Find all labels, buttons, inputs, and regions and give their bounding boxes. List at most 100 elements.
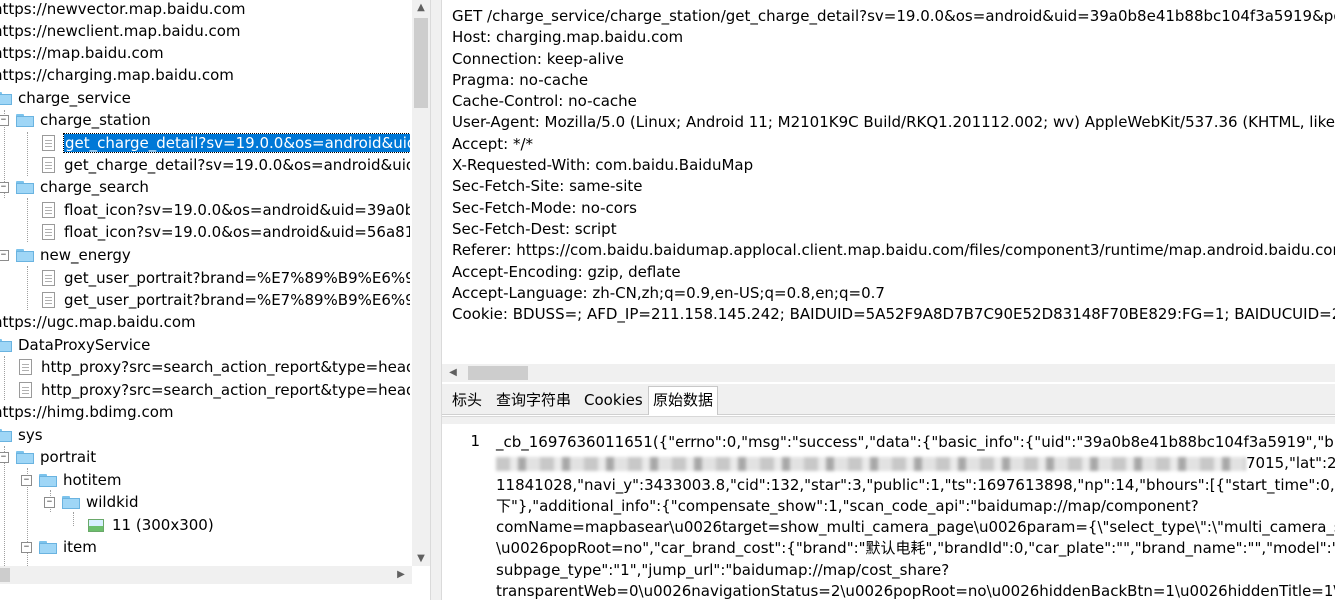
document-icon: [42, 224, 55, 240]
response-line: \u0026popRoot=no","car_brand_cost":{"bra…: [496, 539, 1335, 558]
scrollbar-thumb[interactable]: [0, 568, 10, 582]
header-line: User-Agent: Mozilla/5.0 (Linux; Android …: [452, 113, 1335, 132]
inspector-tabs: 标头 查询字符串 Cookies 原始数据: [442, 384, 1335, 415]
scroll-up-icon[interactable]: ▲: [412, 2, 430, 13]
header-line: Sec-Fetch-Dest: script: [452, 219, 617, 238]
tree-node-request[interactable]: get_user_portrait?brand=%E7%89%B9%E6%96%: [42, 289, 410, 311]
collapse-toggle-icon[interactable]: −: [21, 541, 32, 553]
collapse-toggle-icon[interactable]: −: [21, 474, 32, 486]
response-line: 11841028,"navi_y":3433003.8,"cid":132,"s…: [496, 475, 1335, 494]
tree-node-request[interactable]: get_charge_detail?sv=19.0.0&os=android&u…: [42, 154, 410, 176]
response-line: _cb_1697636011651({"errno":0,"msg":"succ…: [496, 433, 1335, 451]
response-line: transparentWeb=0\u0026navigationStatus=2…: [496, 582, 1335, 600]
header-line: X-Requested-With: com.baidu.BaiduMap: [452, 156, 754, 175]
folder-icon: [0, 428, 12, 442]
tree-node-request[interactable]: http_proxy?src=search_action_report&type…: [19, 356, 410, 378]
document-icon: [42, 202, 55, 218]
tree-node-host[interactable]: https://newclient.map.baidu.com: [0, 20, 241, 42]
pane-splitter[interactable]: [430, 0, 442, 600]
inspector-pane: GET /charge_service/charge_station/get_c…: [442, 0, 1335, 600]
document-icon: [19, 382, 32, 398]
tree-node-folder[interactable]: DataProxyService: [0, 334, 150, 356]
request-line: GET /charge_service/charge_station/get_c…: [452, 7, 1335, 25]
tree-node-folder[interactable]: − new_energy: [0, 244, 131, 266]
scrollbar-thumb[interactable]: [414, 18, 428, 108]
line-number-gutter: 1: [442, 426, 486, 600]
tab-query-string[interactable]: 查询字符串: [492, 387, 575, 413]
scroll-right-icon[interactable]: ▶: [392, 569, 410, 580]
line-number: 1: [470, 432, 480, 450]
folder-icon: [39, 540, 57, 554]
tree-node-host[interactable]: https://map.baidu.com: [0, 42, 164, 64]
tree-node-folder[interactable]: − hotitem: [21, 469, 121, 491]
redacted-blur: [496, 456, 1246, 471]
tree-node-request-selected[interactable]: get_charge_detail?sv=19.0.0&os=android&u…: [42, 132, 410, 154]
tree-guide: [4, 356, 5, 400]
tree-node-folder[interactable]: − item: [21, 536, 97, 558]
tree-node-host[interactable]: https://newvector.map.baidu.com: [0, 0, 246, 20]
response-body-view[interactable]: 1 _cb_1697636011651({"errno":0,"msg":"su…: [442, 426, 1335, 600]
tree-guide: [27, 198, 28, 242]
headers-horizontal-scrollbar[interactable]: ◀: [442, 364, 1335, 382]
tab-raw-data[interactable]: 原始数据: [648, 386, 719, 415]
tree-node-folder[interactable]: sys: [0, 424, 43, 446]
tree-guide: [73, 512, 74, 526]
collapse-toggle-icon[interactable]: −: [0, 114, 9, 126]
tree-node-host[interactable]: https://charging.map.baidu.com: [0, 64, 234, 86]
tree-node-image[interactable]: 11 (300x300): [88, 514, 214, 536]
header-line: Referer: https://com.baidu.baidumap.appl…: [452, 241, 1335, 260]
tree-vertical-scrollbar[interactable]: ▲ ▼: [412, 0, 430, 566]
folder-icon: [0, 338, 12, 352]
header-line: Sec-Fetch-Mode: no-cors: [452, 198, 637, 217]
folder-icon: [16, 180, 34, 194]
header-line: Connection: keep-alive: [452, 49, 624, 68]
tree-node-folder[interactable]: − charge_station: [0, 109, 151, 131]
tree-node-folder[interactable]: − portrait: [0, 446, 96, 468]
header-line: Accept-Encoding: gzip, deflate: [452, 262, 681, 281]
tree-node-host[interactable]: https://himg.bdimg.com: [0, 401, 174, 423]
header-line: Pragma: no-cache: [452, 70, 589, 89]
document-icon: [42, 292, 55, 308]
tree-node-request[interactable]: float_icon?sv=19.0.0&os=android&uid=39a0…: [42, 199, 410, 221]
folder-icon: [16, 450, 34, 464]
tree-node-folder[interactable]: charge_service: [0, 87, 131, 109]
tree-node-request[interactable]: http_proxy?src=search_action_report&type…: [19, 379, 410, 401]
tree-node-host[interactable]: https://ugc.map.baidu.com: [0, 311, 196, 333]
tree-node-request[interactable]: float_icon?sv=19.0.0&os=android&uid=56a8…: [42, 221, 410, 243]
collapse-toggle-icon[interactable]: −: [0, 451, 9, 463]
tree-node-folder[interactable]: − charge_search: [0, 176, 149, 198]
session-tree: https://newvector.map.baidu.com https://…: [0, 0, 410, 566]
header-line: Host: charging.map.baidu.com: [452, 28, 684, 47]
scroll-down-icon[interactable]: ▼: [412, 553, 430, 564]
tab-headers[interactable]: 标头: [448, 387, 486, 413]
folder-icon: [16, 113, 34, 127]
folder-icon: [39, 473, 57, 487]
collapse-toggle-icon[interactable]: −: [44, 496, 55, 508]
document-icon: [42, 270, 55, 286]
tree-node-request[interactable]: get_user_portrait?brand=%E7%89%B9%E6%96%: [42, 267, 410, 289]
tree-horizontal-scrollbar[interactable]: ▶: [0, 566, 412, 584]
tree-guide: [27, 132, 28, 176]
response-line: comName=mapbasear\u0026target=show_multi…: [496, 518, 1335, 537]
header-line: Accept-Language: zh-CN,zh;q=0.9,en-US;q=…: [452, 283, 885, 302]
header-line: Cookie: BDUSS=; AFD_IP=211.158.145.242; …: [452, 305, 1335, 324]
scrollbar-thumb[interactable]: [468, 366, 528, 380]
horizontal-splitter[interactable]: [442, 416, 1335, 424]
collapse-toggle-icon[interactable]: −: [0, 249, 9, 261]
header-line: Accept: */*: [452, 134, 533, 153]
header-line: Cache-Control: no-cache: [452, 92, 637, 111]
document-icon: [42, 135, 55, 151]
request-headers-view[interactable]: GET /charge_service/charge_station/get_c…: [452, 6, 1335, 361]
tree-guide: [27, 266, 28, 310]
response-text[interactable]: _cb_1697636011651({"errno":0,"msg":"succ…: [496, 432, 1335, 600]
tree-node-folder[interactable]: − wildkid: [44, 491, 139, 513]
header-line: Sec-Fetch-Site: same-site: [452, 177, 643, 196]
document-icon: [42, 157, 55, 173]
tab-cookies[interactable]: Cookies: [580, 387, 647, 413]
folder-icon: [16, 248, 34, 262]
response-line: 下"},"additional_info":{"compensate_show"…: [496, 496, 1199, 515]
folder-icon: [0, 91, 12, 105]
collapse-toggle-icon[interactable]: −: [0, 181, 9, 193]
response-line-redacted: 7015,"lat":29.616486,"m: [496, 453, 1335, 474]
scroll-left-icon[interactable]: ◀: [444, 367, 462, 378]
